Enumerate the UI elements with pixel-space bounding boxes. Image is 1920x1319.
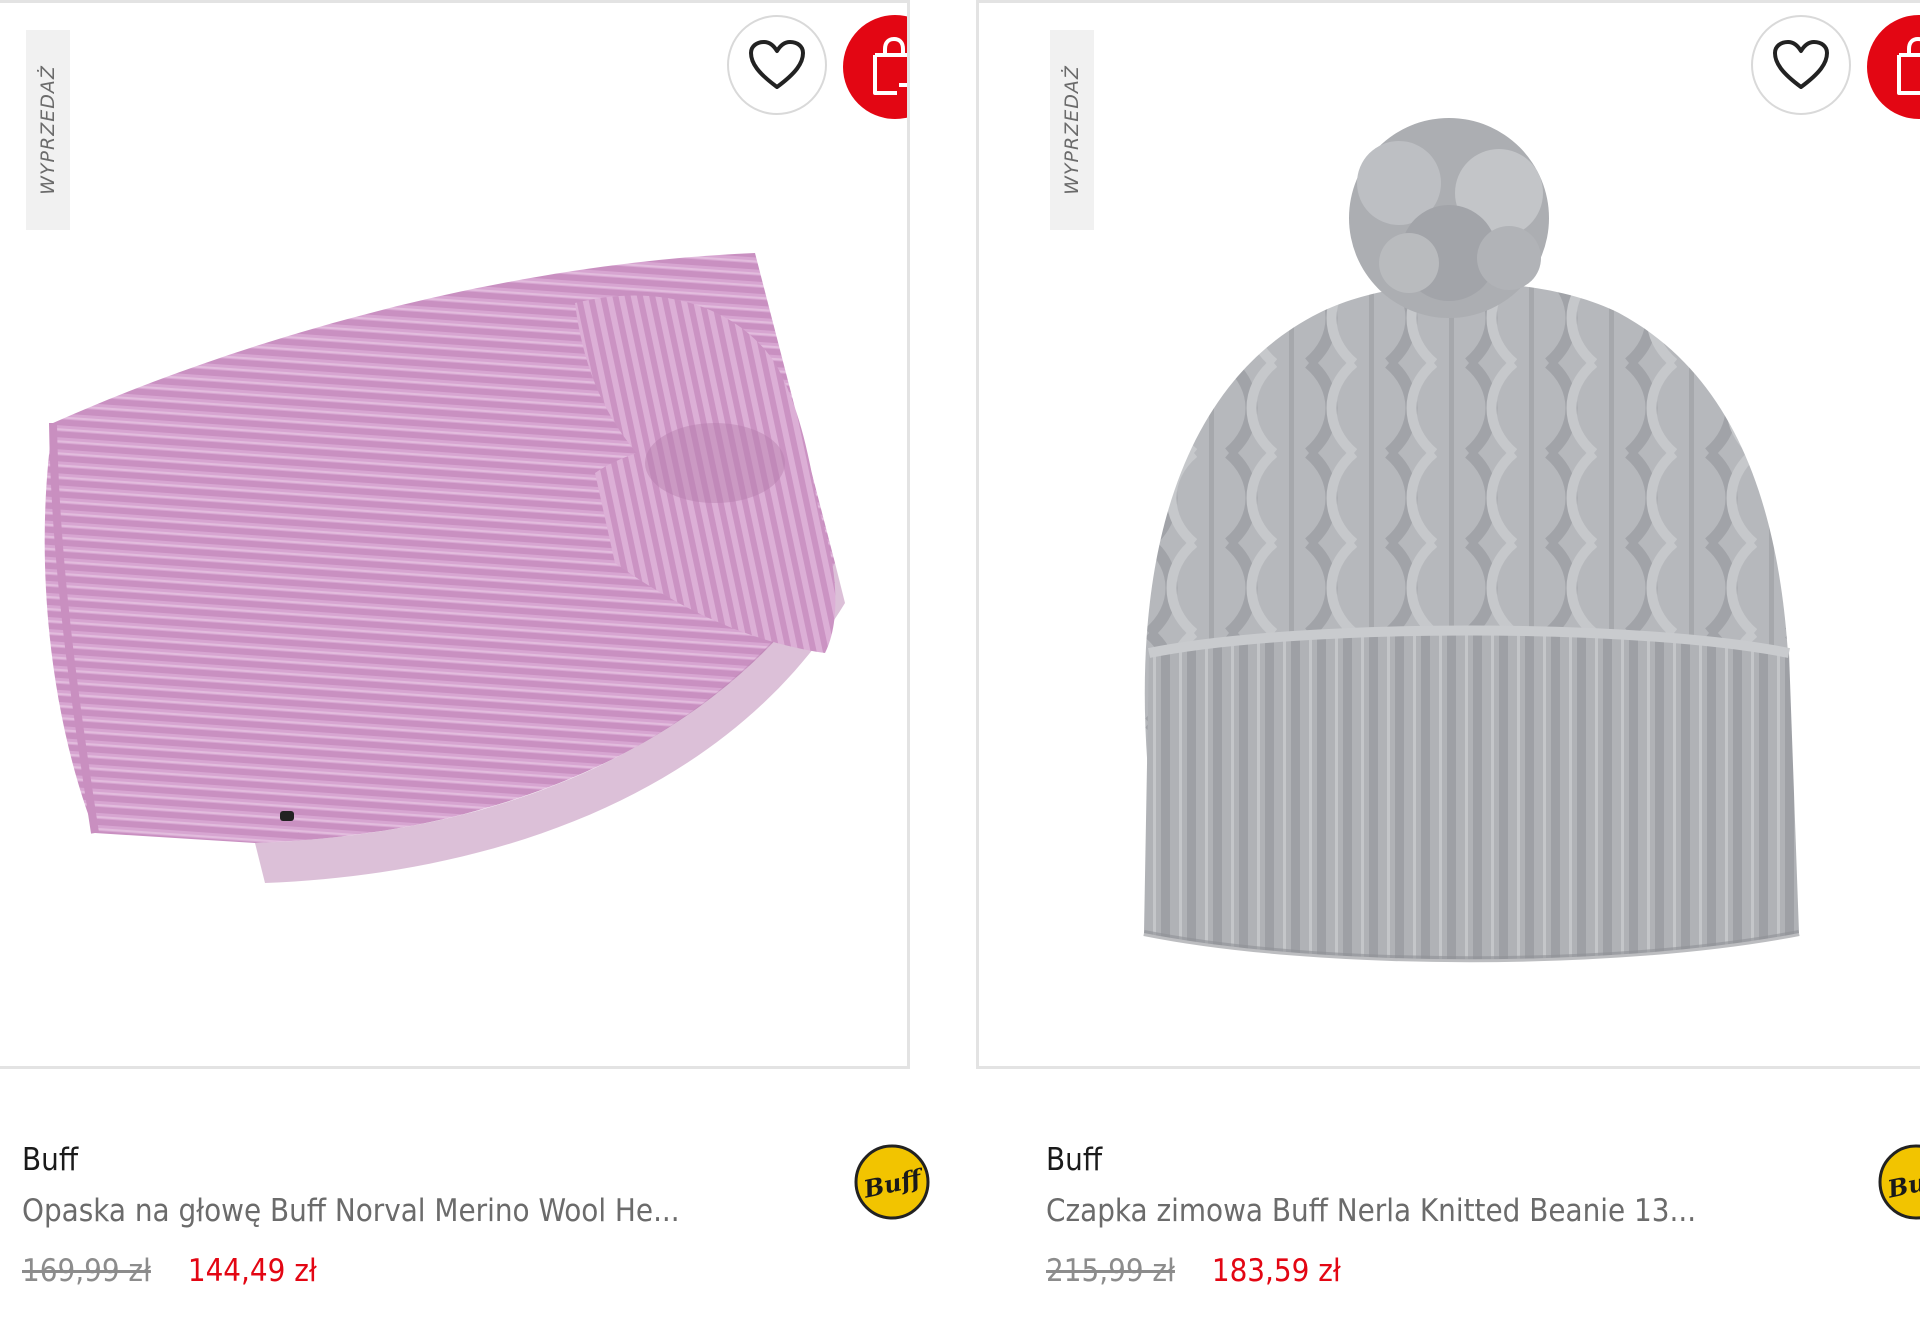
heart-icon: [749, 40, 805, 89]
sale-price: 144,49 zł: [187, 1253, 317, 1289]
favorite-button[interactable]: [727, 15, 827, 115]
favorite-button[interactable]: [1751, 15, 1851, 115]
pompom: [1349, 118, 1549, 318]
product-card[interactable]: WYPRZEDAŻ Buff Czapka zimowa Buff Nerla …: [976, 0, 1920, 1319]
sale-price: 183,59 zł: [1211, 1253, 1341, 1289]
price-row: 215,99 zł 183,59 zł: [1046, 1253, 1341, 1289]
old-price: 215,99 zł: [1046, 1253, 1175, 1289]
buff-logo: Buff: [1878, 1144, 1920, 1220]
add-to-cart-icon: [1897, 37, 1920, 95]
product-brand[interactable]: Buff: [22, 1142, 78, 1178]
buff-logo: Buff: [854, 1144, 930, 1220]
sale-badge: WYPRZEDAŻ: [26, 30, 70, 230]
product-image-frame[interactable]: WYPRZEDAŻ: [976, 0, 1920, 1069]
product-name-link[interactable]: Opaska na głowę Buff Norval Merino Wool …: [22, 1193, 752, 1229]
product-card[interactable]: WYPRZEDAŻ Buff Opaska na głowę Buff Norv…: [0, 0, 956, 1319]
product-name-link[interactable]: Czapka zimowa Buff Nerla Knitted Beanie …: [1046, 1193, 1776, 1229]
add-to-cart-icon: [873, 37, 907, 95]
sale-badge: WYPRZEDAŻ: [1050, 30, 1094, 230]
product-image-frame[interactable]: WYPRZEDAŻ: [0, 0, 910, 1069]
heart-icon: [1773, 40, 1829, 89]
old-price: 169,99 zł: [22, 1253, 151, 1289]
product-image-pink-knitted-headband[interactable]: [0, 3, 907, 1066]
product-image-grey-knitted-beanie[interactable]: [979, 3, 1920, 1066]
product-brand[interactable]: Buff: [1046, 1142, 1102, 1178]
price-row: 169,99 zł 144,49 zł: [22, 1253, 317, 1289]
